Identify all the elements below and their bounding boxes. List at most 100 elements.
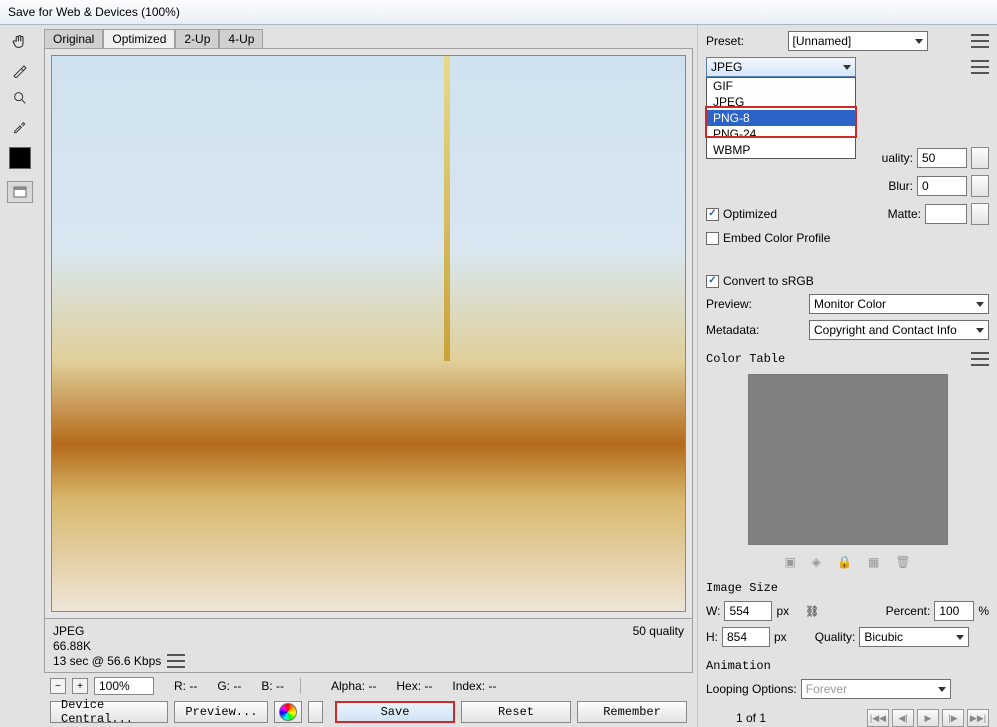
metadata-value: Copyright and Contact Info [814, 323, 957, 337]
format-option-wbmp[interactable]: WBMP [707, 142, 855, 158]
slice-tool-icon[interactable] [7, 59, 33, 81]
bottom-left-buttons: Device Central... Preview... Save Reset … [44, 699, 693, 727]
width-px: px [776, 604, 789, 618]
reset-button[interactable]: Reset [461, 701, 571, 723]
color-table[interactable] [748, 374, 948, 545]
resample-quality-label: Quality: [815, 630, 856, 644]
save-button[interactable]: Save [335, 701, 455, 723]
resample-quality-combo[interactable]: Bicubic [859, 627, 969, 647]
preview-button[interactable]: Preview... [174, 701, 268, 723]
quality-popup-button[interactable] [971, 147, 989, 169]
zoom-tool-icon[interactable] [7, 87, 33, 109]
browser-icon [279, 703, 297, 721]
format-option-gif[interactable]: GIF [707, 78, 855, 94]
optimized-checkbox[interactable] [706, 208, 719, 221]
info-format: JPEG [53, 624, 84, 638]
metadata-label: Metadata: [706, 323, 759, 337]
main-area: Original Optimized 2-Up 4-Up JPEG 50 qua… [0, 25, 997, 727]
percent-input[interactable]: 100 [934, 601, 974, 621]
readout-hex: Hex: -- [396, 679, 432, 693]
format-option-png8[interactable]: PNG-8 [707, 110, 855, 126]
matte-swatch[interactable] [925, 204, 967, 224]
format-combo[interactable]: JPEG [706, 57, 856, 77]
ct-icon-1[interactable]: ▣ [784, 555, 795, 569]
image-size-label: Image Size [706, 581, 989, 595]
ct-lock-icon[interactable]: 🔒 [837, 555, 852, 569]
left-toolstrip [0, 25, 40, 727]
blur-popup-button[interactable] [971, 175, 989, 197]
animation-label: Animation [706, 659, 989, 673]
color-table-flyout-icon[interactable] [971, 352, 989, 366]
window-title: Save for Web & Devices (100%) [8, 5, 180, 19]
color-table-label: Color Table [706, 352, 785, 366]
width-input[interactable]: 554 [724, 601, 772, 621]
preview-info-strip: JPEG 50 quality 66.88K 13 sec @ 56.6 Kbp… [44, 619, 693, 673]
foreground-color-swatch[interactable] [9, 147, 31, 169]
format-option-png24[interactable]: PNG-24 [707, 126, 855, 142]
ct-new-icon[interactable]: ▦ [868, 555, 879, 569]
zoom-level-combo[interactable]: 100% [94, 677, 154, 695]
preview-tabs: Original Optimized 2-Up 4-Up [44, 29, 693, 48]
preset-value: [Unnamed] [793, 34, 852, 48]
constrain-proportions-icon[interactable]: ⛓ [805, 605, 819, 618]
preview-combo[interactable]: Monitor Color [809, 294, 989, 314]
preview-image-detail [444, 56, 450, 361]
title-bar: Save for Web & Devices (100%) [0, 0, 997, 25]
play-button: ▶ [917, 709, 939, 727]
eyedropper-tool-icon[interactable] [7, 115, 33, 137]
readout-g: G: -- [217, 679, 241, 693]
matte-dropdown-button[interactable] [971, 203, 989, 225]
looping-value: Forever [806, 682, 847, 696]
ct-icon-2[interactable]: ◈ [812, 555, 821, 569]
remember-button[interactable]: Remember [577, 701, 687, 723]
preview-browser-button[interactable] [274, 701, 302, 723]
quality-label: uality: [882, 151, 913, 165]
readout-index: Index: -- [452, 679, 496, 693]
zoom-in-button[interactable]: + [72, 678, 88, 694]
info-size: 66.88K [53, 639, 684, 653]
format-dropdown-list: GIF JPEG PNG-8 PNG-24 WBMP [706, 77, 856, 159]
prev-frame-button: ◀| [892, 709, 914, 727]
zoom-out-button[interactable]: − [50, 678, 66, 694]
tab-optimized[interactable]: Optimized [103, 29, 175, 48]
tab-2up[interactable]: 2-Up [175, 29, 219, 48]
preset-combo[interactable]: [Unnamed] [788, 31, 928, 51]
tab-4up[interactable]: 4-Up [219, 29, 263, 48]
tab-original[interactable]: Original [44, 29, 103, 48]
resample-quality-value: Bicubic [864, 630, 903, 644]
device-central-button[interactable]: Device Central... [50, 701, 168, 723]
convert-srgb-label: Convert to sRGB [723, 274, 814, 288]
percent-sym: % [978, 604, 989, 618]
percent-label: Percent: [886, 604, 931, 618]
convert-srgb-checkbox[interactable] [706, 275, 719, 288]
blur-input[interactable]: 0 [917, 176, 967, 196]
height-input[interactable]: 854 [722, 627, 770, 647]
last-frame-button: ▶▶| [967, 709, 989, 727]
preview-value: Monitor Color [814, 297, 886, 311]
width-label: W: [706, 604, 720, 618]
ct-trash-icon[interactable]: 🗑 [895, 555, 910, 569]
center-column: Original Optimized 2-Up 4-Up JPEG 50 qua… [40, 25, 697, 727]
format-option-jpeg[interactable]: JPEG [707, 94, 855, 110]
slice-visibility-toggle[interactable] [7, 181, 33, 203]
optimized-label: Optimized [723, 207, 777, 221]
embed-color-profile-label: Embed Color Profile [723, 231, 830, 245]
preview-canvas[interactable] [51, 55, 686, 612]
first-frame-button: |◀◀ [867, 709, 889, 727]
hand-tool-icon[interactable] [7, 31, 33, 53]
zoom-level-value: 100% [99, 679, 130, 693]
preview-browser-dropdown[interactable] [308, 701, 323, 723]
format-value: JPEG [711, 60, 742, 74]
format-flyout-icon[interactable] [971, 60, 989, 74]
frame-readout: 1 of 1 [706, 711, 766, 725]
metadata-combo[interactable]: Copyright and Contact Info [809, 320, 989, 340]
preset-label: Preset: [706, 34, 744, 48]
info-flyout-icon[interactable] [167, 654, 185, 668]
preset-flyout-icon[interactable] [971, 34, 989, 48]
embed-color-profile-checkbox[interactable] [706, 232, 719, 245]
next-frame-button: |▶ [942, 709, 964, 727]
right-panel: Preset: [Unnamed] JPEG GIF JPEG PNG-8 PN… [697, 25, 997, 727]
readout-alpha: Alpha: -- [331, 679, 376, 693]
quality-input[interactable]: 50 [917, 148, 967, 168]
looping-label: Looping Options: [706, 682, 797, 696]
